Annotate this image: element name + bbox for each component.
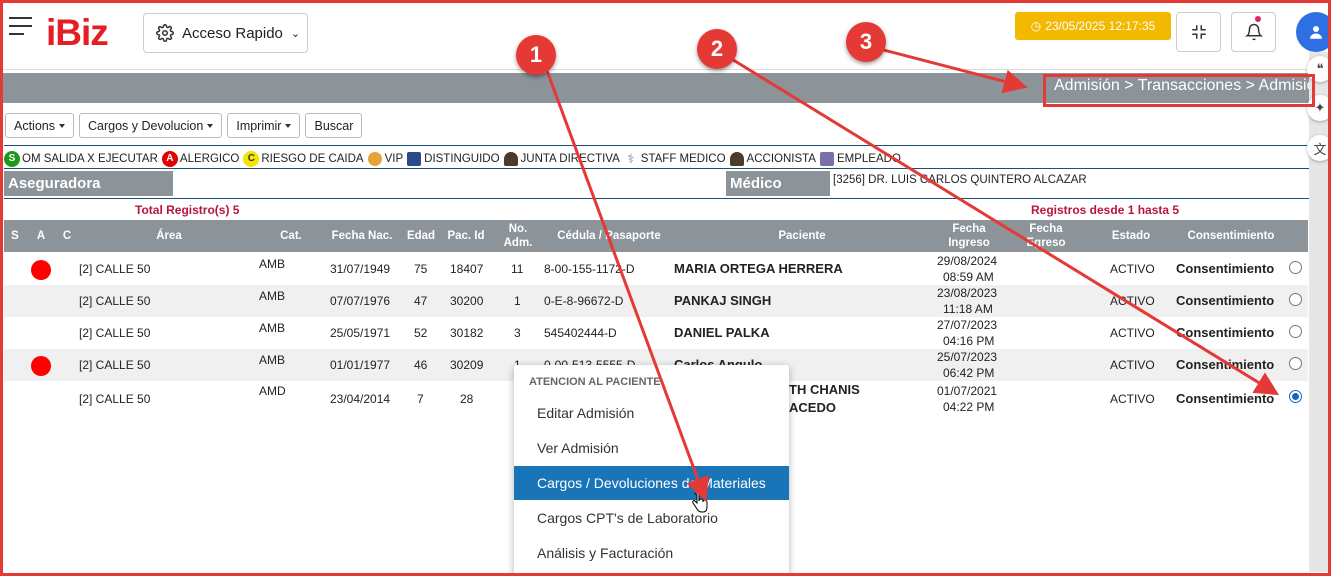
annotation-marker-1: 1 <box>516 35 556 75</box>
annotation-marker-3: 3 <box>846 22 886 62</box>
annotation-marker-2: 2 <box>697 29 737 69</box>
annotation-arrows <box>544 46 1280 502</box>
